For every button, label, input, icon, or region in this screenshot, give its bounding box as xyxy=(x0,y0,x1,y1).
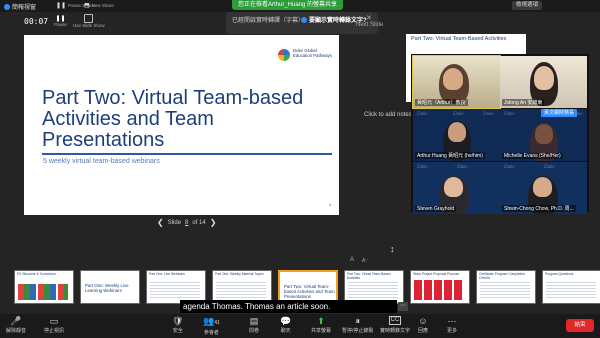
meeting-toolbar: 🎤 解除靜音 ▭ 停止視訊 🛡 安全 👥41 參會者 ▤ 問卷 💬 聊天 ⬆ 共… xyxy=(0,314,600,338)
participant-face xyxy=(448,122,466,142)
pause-timer-button[interactable]: ❚❚ Pause xyxy=(54,15,67,27)
current-slide: Duke Global Education Pathways Part Two:… xyxy=(24,35,339,215)
next-slide-label: Next Slide xyxy=(356,22,384,28)
duke-logo-icon xyxy=(278,49,290,61)
slideshow-icon xyxy=(84,14,94,23)
participant-tile[interactable]: Duke Duke Duke Arthur Huang 黃昭元 (he/him) xyxy=(413,109,500,161)
slide-thumbnail-current[interactable]: Part Two: Virtual Team-based Activities … xyxy=(278,270,338,304)
transcript-enabled-text: 已經開啟實時轉譯（字幕） xyxy=(232,18,305,24)
share-screen-icon: ⬒ xyxy=(84,3,90,9)
live-caption: agenda Thomas. Thomas an article soon. xyxy=(180,300,397,313)
zoom-icon xyxy=(4,3,10,10)
record-pause-icon: ⏸ xyxy=(355,316,360,326)
video-camera-icon: ▭ xyxy=(49,316,59,326)
close-icon[interactable]: ✕ xyxy=(366,14,372,22)
slide-counter-prefix: Slide xyxy=(167,219,182,226)
slide-page-number: 8 xyxy=(329,202,332,207)
slide-thumbnail[interactable]: Part Two: Virtual Team-Based Activities xyxy=(344,270,404,304)
slide-title: Part Two: Virtual Team-based Activities … xyxy=(42,87,304,151)
share-screen-icon: ⬆ xyxy=(317,316,325,326)
participant-name: Shwin-Chong Chow, Ph.D. 周... xyxy=(502,205,576,212)
top-bar: 簡報視窗 ❚❚ Pause Share ⬒ New Share 您正在檢看Art… xyxy=(0,0,600,12)
pause-recording-button[interactable]: ⏸ 暫停/停止錄製 xyxy=(342,316,373,334)
slide-subtitle: 5 weekly virtual team-based webinars xyxy=(43,158,160,165)
next-slide-title: Part Two: Virtual Team-Based Activities xyxy=(411,36,507,42)
participant-tile[interactable]: Duke Duke Steven Grayhold xyxy=(413,162,500,214)
end-meeting-button[interactable]: 結束 xyxy=(566,319,594,332)
slide-thumbnail[interactable]: Team Project Proposal Process xyxy=(410,270,470,304)
microphone-icon: 🎤 xyxy=(10,316,22,326)
viewing-share-banner: 您正在檢看Arthur_Huang 的螢幕共享 xyxy=(232,0,344,10)
logo-text: Duke Global Education Pathways xyxy=(293,48,332,58)
slide-thumbnail[interactable]: Certificate Program Completion Criteria xyxy=(476,270,536,304)
participant-name: Jidong An 安繼東 xyxy=(502,99,545,106)
participant-face xyxy=(535,124,553,144)
closed-captions-icon: CC xyxy=(388,316,402,325)
stop-video-button[interactable]: ▭ 停止視訊 xyxy=(44,316,64,334)
participant-face xyxy=(533,177,552,197)
unmute-button[interactable]: 🎤 解除靜音 xyxy=(6,316,26,334)
shield-icon: 🛡 xyxy=(172,316,184,326)
participant-tile[interactable]: Duke Duke Shwin-Chong Chow, Ph.D. 周... xyxy=(500,162,587,214)
slide-show-button[interactable]: Use Slide Show xyxy=(73,14,105,28)
participants-button[interactable]: 👥41 參會者 xyxy=(203,316,220,336)
participant-name: Arthur Huang 黃昭元 (he/him) xyxy=(415,152,485,159)
slide-navigator: ❮ Slide 8 of 14 ❯ xyxy=(157,218,216,227)
share-screen-button[interactable]: ⬆ 共享螢幕 xyxy=(311,316,331,334)
participant-name: Steven Grayhold xyxy=(415,206,457,212)
elapsed-time: 00:07 xyxy=(24,16,49,26)
chat-icon: 💬 xyxy=(280,316,292,326)
participant-face xyxy=(534,66,554,90)
participant-name: 黃昭元（Arthur）教授 xyxy=(415,99,468,106)
live-transcript-button[interactable]: CC 實時轉錄文字 xyxy=(380,316,410,334)
slide-thumbnail[interactable]: Part One: Live Webinars xyxy=(146,270,206,304)
participants-icon: 👥41 xyxy=(203,316,220,326)
pause-icon: ❚❚ xyxy=(55,16,66,22)
caption-options-button[interactable]: ⋯ xyxy=(398,302,408,311)
slide-counter-current[interactable]: 8 xyxy=(185,220,188,226)
previous-slide-icon[interactable]: ❮ xyxy=(157,218,164,227)
poll-icon: ▤ xyxy=(249,316,259,326)
pause-icon: ❚❚ xyxy=(56,3,67,9)
slide-counter-total: of 14 xyxy=(192,219,206,226)
new-share-button[interactable]: ⬒ New Share xyxy=(84,2,114,9)
presenter-window-label: 簡報視窗 xyxy=(4,2,36,11)
chat-button[interactable]: 💬 聊天 xyxy=(280,316,291,334)
increase-font-button[interactable]: A xyxy=(350,257,354,263)
participant-name: Michelle Evans (She/Her) xyxy=(502,153,563,159)
next-slide-icon[interactable]: ❯ xyxy=(210,218,217,227)
participant-face xyxy=(444,177,463,197)
title-divider xyxy=(42,153,332,155)
reactions-button[interactable]: ☺ 回應 xyxy=(418,316,428,334)
participant-tile[interactable]: Jidong An 安繼東 xyxy=(500,56,587,108)
view-options-button[interactable]: 檢視選項 xyxy=(512,1,543,10)
decrease-font-button[interactable]: A⁻ xyxy=(362,258,368,264)
zoom-meeting-window: 簡報視窗 ❚❚ Pause Share ⬒ New Share 您正在檢看Art… xyxy=(0,0,600,338)
more-icon: ⋯ xyxy=(447,316,457,326)
slide-thumbnail[interactable]: Part One: Weekly Live Learning Webinars xyxy=(80,270,140,304)
security-button[interactable]: 🛡 安全 xyxy=(172,316,183,334)
more-button[interactable]: ⋯ 更多 xyxy=(447,316,457,334)
reaction-smile-icon: ☺ xyxy=(418,316,428,326)
resize-cursor-icon: ↕ xyxy=(390,244,395,254)
participant-face xyxy=(443,68,463,90)
video-gallery: 黃昭元（Arthur）教授 Jidong An 安繼東 Duke Duke Du… xyxy=(411,54,589,214)
slide-thumbnail[interactable]: ES Structure & Curriculum xyxy=(14,270,74,304)
slide-thumbnail[interactable]: Program Questions xyxy=(542,270,600,304)
polls-button[interactable]: ▤ 問卷 xyxy=(249,316,259,334)
slide-thumbnail[interactable]: Part One: Weekly Material Topics xyxy=(212,270,272,304)
participant-tile[interactable]: 黃昭元（Arthur）教授 xyxy=(412,55,501,109)
speaker-tag: 黃文顯財務長 xyxy=(541,109,578,117)
add-notes-field[interactable]: Click to add notes xyxy=(364,112,412,118)
